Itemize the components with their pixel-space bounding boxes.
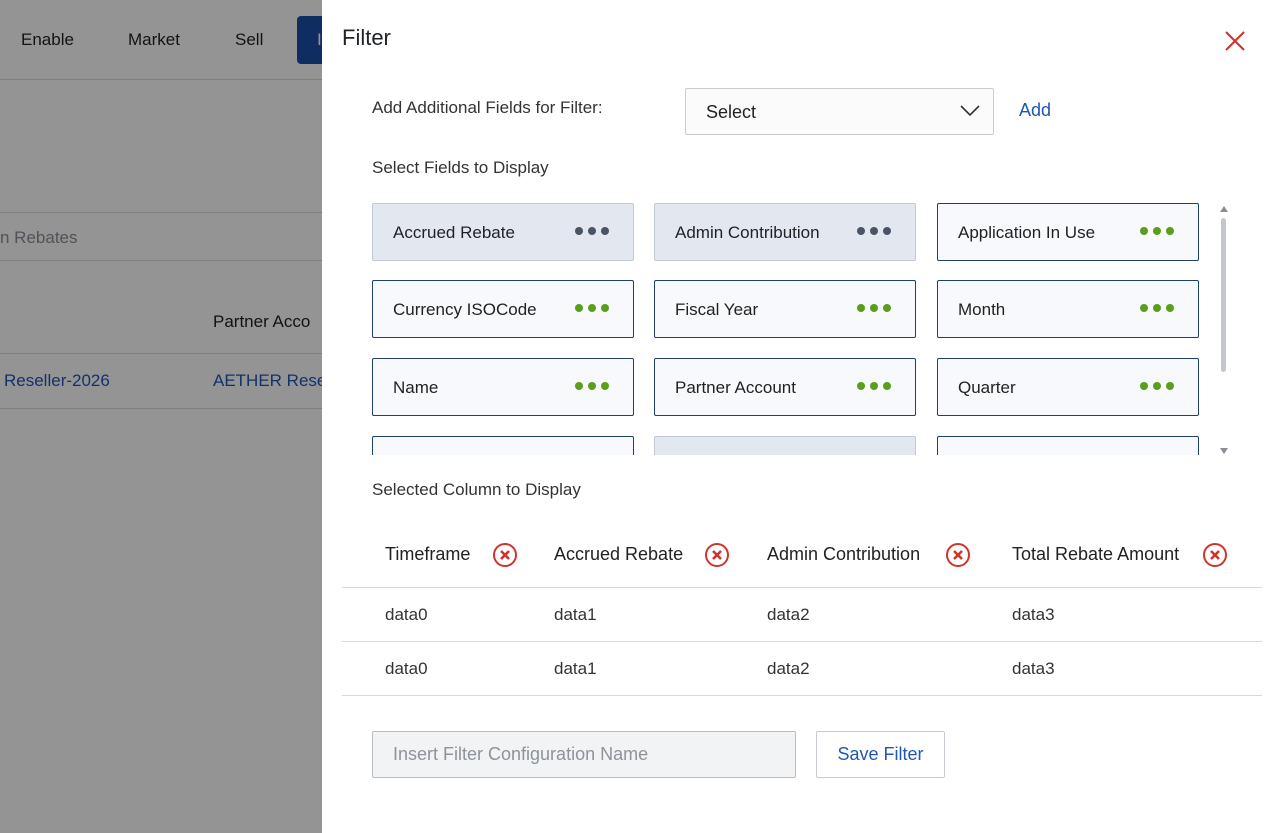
close-button[interactable] bbox=[1222, 28, 1248, 54]
more-options-icon[interactable] bbox=[1140, 227, 1174, 235]
table-cell: data3 bbox=[1012, 605, 1055, 624]
field-card-label: Admin Contribution bbox=[675, 223, 820, 242]
table-cell: data1 bbox=[554, 659, 597, 678]
table-cell: data1 bbox=[554, 605, 597, 624]
remove-column-icon[interactable] bbox=[1202, 542, 1228, 568]
field-card-label: Quarter bbox=[958, 378, 1016, 397]
field-card-label: Fiscal Year bbox=[675, 300, 759, 319]
field-select[interactable]: Select bbox=[685, 88, 994, 135]
field-card-label: Currency ISOCode bbox=[393, 300, 537, 319]
filter-config-name-input[interactable] bbox=[372, 731, 796, 778]
fields-section-label: Select Fields to Display bbox=[372, 158, 549, 177]
more-options-icon[interactable] bbox=[1140, 382, 1174, 390]
field-select-value: Select bbox=[706, 102, 757, 122]
field-card-application-in-use[interactable]: Application In Use bbox=[937, 203, 1199, 261]
scroll-down-arrow-icon[interactable] bbox=[1220, 448, 1228, 454]
divider bbox=[342, 641, 1262, 642]
field-card-admin-contribution[interactable]: Admin Contribution bbox=[654, 203, 916, 261]
table-cell: data3 bbox=[1012, 659, 1055, 678]
fields-scrollbar[interactable] bbox=[1218, 206, 1230, 456]
field-card-label: Month bbox=[958, 300, 1006, 319]
divider bbox=[342, 695, 1262, 696]
filter-panel: Filter Add Additional Fields for Filter:… bbox=[322, 0, 1282, 833]
table-cell: data0 bbox=[385, 605, 428, 624]
field-card-label: Partner Account bbox=[675, 378, 796, 397]
scroll-thumb[interactable] bbox=[1221, 218, 1226, 372]
field-card[interactable] bbox=[654, 436, 916, 455]
remove-column-icon[interactable] bbox=[945, 542, 971, 568]
more-options-icon[interactable] bbox=[575, 304, 609, 312]
field-card-month[interactable]: Month bbox=[937, 280, 1199, 338]
save-filter-button[interactable]: Save Filter bbox=[816, 731, 945, 778]
field-card-label: Application In Use bbox=[958, 223, 1096, 242]
more-options-icon[interactable] bbox=[1140, 304, 1174, 312]
field-card[interactable] bbox=[372, 436, 634, 455]
selected-columns-label: Selected Column to Display bbox=[372, 480, 581, 499]
close-icon bbox=[1225, 31, 1245, 51]
more-options-icon[interactable] bbox=[575, 382, 609, 390]
column-header-timeframe: Timeframe bbox=[385, 544, 471, 564]
more-options-icon[interactable] bbox=[857, 227, 891, 235]
field-card-accrued-rebate[interactable]: Accrued Rebate bbox=[372, 203, 634, 261]
field-card-fiscal-year[interactable]: Fiscal Year bbox=[654, 280, 916, 338]
more-options-icon[interactable] bbox=[575, 227, 609, 235]
scroll-up-arrow-icon[interactable] bbox=[1220, 206, 1228, 212]
add-fields-label: Add Additional Fields for Filter: bbox=[372, 98, 603, 117]
remove-column-icon[interactable] bbox=[704, 542, 730, 568]
field-card-label: Name bbox=[393, 378, 439, 397]
panel-title: Filter bbox=[342, 25, 391, 50]
column-header-accrued-rebate: Accrued Rebate bbox=[554, 544, 684, 564]
field-card-name[interactable]: Name bbox=[372, 358, 634, 416]
field-card-quarter[interactable]: Quarter bbox=[937, 358, 1199, 416]
field-card-currency-isocode[interactable]: Currency ISOCode bbox=[372, 280, 634, 338]
table-cell: data2 bbox=[767, 605, 810, 624]
column-header-admin-contribution: Admin Contribution bbox=[767, 544, 921, 564]
field-card[interactable] bbox=[937, 436, 1199, 455]
more-options-icon[interactable] bbox=[857, 304, 891, 312]
more-options-icon[interactable] bbox=[857, 382, 891, 390]
remove-column-icon[interactable] bbox=[492, 542, 518, 568]
column-header-total-rebate-amount: Total Rebate Amount bbox=[1012, 544, 1180, 564]
table-cell: data2 bbox=[767, 659, 810, 678]
table-cell: data0 bbox=[385, 659, 428, 678]
fields-grid: Accrued Rebate Admin Contribution Applic… bbox=[372, 203, 1232, 455]
divider bbox=[342, 587, 1262, 588]
add-field-button[interactable]: Add bbox=[1019, 100, 1051, 121]
chevron-down-icon bbox=[960, 105, 980, 117]
field-card-label: Accrued Rebate bbox=[393, 223, 515, 242]
field-card-partner-account[interactable]: Partner Account bbox=[654, 358, 916, 416]
